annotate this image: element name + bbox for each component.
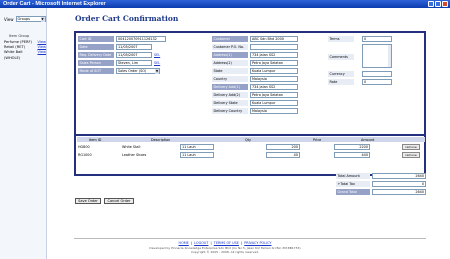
item-group-label: White Bait (WHOLE) (4, 50, 23, 60)
comments-label: Comments (328, 54, 354, 60)
list-item: White Bait (WHOLE) View (4, 50, 46, 60)
customer-label: Customer (212, 36, 248, 42)
amount-field: 440 (334, 152, 370, 158)
delivery-country-field[interactable]: Malaysia (250, 108, 298, 114)
po-label: Customer P.O. No. (212, 44, 248, 50)
amount-field: 2200 (334, 144, 370, 150)
sales-person-select-link[interactable]: SEL (154, 61, 160, 65)
chevron-down-icon: ▼ (155, 69, 159, 74)
price-field[interactable]: 200 (266, 144, 300, 150)
qty-field[interactable]: 11 Lauh (180, 152, 214, 158)
item-group-list: Perfume (PERF) View Retail (RET) View Wh… (4, 40, 46, 61)
total-tax-label: +Total Tax (336, 181, 370, 187)
view-label: View (4, 16, 14, 22)
cart-items-panel: Item ID Description Qty Price Amount HG8… (74, 134, 426, 176)
address2-field[interactable]: Petra Jaya Selatan (250, 60, 298, 66)
view-select[interactable]: Groups ▼ (15, 16, 46, 22)
price-field[interactable]: 40 (266, 152, 300, 158)
country-label: Country (212, 76, 248, 82)
po-field[interactable] (250, 44, 298, 50)
page-title: Order Cart Confirmation (75, 14, 179, 23)
save-order-button[interactable]: Save Order (75, 198, 101, 204)
customer-field[interactable]: ABC Sdn Bhd 2000 (250, 36, 298, 42)
sidebar: View Groups ▼ Item Group Perfume (PERF) … (0, 8, 47, 259)
req-delivery-label: Req. Delivery Date (78, 52, 114, 58)
footer-links: HOME | LOGOUT | TERMS OF USE | PRIVACY P… (178, 241, 272, 245)
view-select-value: Groups (17, 17, 30, 21)
address1-label: Address(1) (212, 52, 248, 58)
grand-total-field: 2640 (372, 189, 426, 195)
mode-select[interactable]: Sales Order (SO) ▼ (116, 68, 160, 74)
sales-person-label: Sales Person (78, 60, 114, 66)
country-field[interactable]: Malaysia (250, 76, 298, 82)
col-price: Price (313, 138, 322, 142)
mode-select-value: Sales Order (SO) (118, 69, 147, 73)
delivery-address1-field[interactable]: 734 Jalan SS2 (250, 84, 298, 90)
item-id: HG800 (78, 145, 90, 149)
delivery-address2-label: Delivery Add(2) (212, 92, 248, 98)
close-icon[interactable] (442, 1, 448, 7)
delivery-address2-field[interactable]: Petra Jaya Selatan (250, 92, 298, 98)
comments-textarea[interactable] (362, 44, 392, 68)
currency-label: Currency (328, 71, 354, 77)
date-field[interactable]: 11/05/2007 (116, 44, 152, 50)
rate-field[interactable]: 0 (362, 79, 392, 85)
total-amount-field: 2640 (372, 173, 426, 179)
rate-label: Rate (328, 79, 354, 85)
col-qty: Qty (245, 138, 252, 142)
delivery-state-field[interactable]: Kuala Lumpur (250, 100, 298, 106)
col-description: Description (151, 138, 171, 142)
col-item-id: Item ID (89, 138, 102, 142)
footer-link-logout[interactable]: LOGOUT (194, 241, 208, 245)
cancel-order-button[interactable]: Cancel Order (104, 198, 134, 204)
item-description: Leather Shoes (122, 153, 147, 157)
delivery-state-label: Delivery State (212, 100, 248, 106)
state-field[interactable]: Kuala Lumpur (250, 68, 298, 74)
item-id: RG1000 (78, 153, 92, 157)
window-controls (428, 1, 448, 7)
qty-field[interactable]: 11 Lauh (180, 144, 214, 150)
cart-id-field[interactable]: 004120070911126132 (116, 36, 166, 42)
window-titlebar: Order Cart - Microsoft Internet Explorer (0, 0, 450, 8)
delivery-country-label: Delivery Country (212, 108, 248, 114)
date-label: Date (78, 44, 114, 50)
view-row: View Groups ▼ (4, 16, 46, 22)
remove-item-button[interactable]: remove (402, 152, 420, 158)
chevron-down-icon: ▼ (40, 17, 45, 22)
qty-unit: Lauh (187, 145, 196, 149)
footer-link-home[interactable]: HOME (179, 241, 189, 245)
items-table-header: Item ID Description Qty Price Amount (77, 137, 425, 142)
currency-field[interactable] (362, 71, 392, 77)
item-group-title: Item Group (9, 34, 30, 38)
req-delivery-select-link[interactable]: SEL (154, 53, 160, 57)
maximize-icon[interactable] (435, 1, 441, 7)
sales-person-field[interactable]: Steven, Lim (116, 60, 152, 66)
col-amount: Amount (361, 138, 375, 142)
total-tax-field: 0 (372, 181, 426, 187)
footer-copyright: Copyright © 2005 - 2008. All rights rese… (190, 250, 260, 254)
qty-value: 11 (182, 153, 187, 157)
qty-value: 11 (182, 145, 187, 149)
qty-unit: Lauh (187, 153, 196, 157)
comments-scrollbar[interactable] (388, 45, 391, 67)
req-delivery-field[interactable]: 11/05/2007 (116, 52, 152, 58)
remove-item-button[interactable]: remove (402, 144, 420, 150)
terms-field[interactable]: 0 (362, 36, 392, 42)
footer-link-terms[interactable]: TERMS OF USE (214, 241, 239, 245)
footer-link-privacy[interactable]: PRIVACY POLICY (244, 241, 271, 245)
item-group-view-link[interactable]: View (37, 50, 46, 60)
delivery-address1-label: Delivery Add(1) (212, 84, 248, 90)
minimize-icon[interactable] (428, 1, 434, 7)
cart-id-label: Cart ID (78, 36, 114, 42)
window-title: Order Cart - Microsoft Internet Explorer (3, 1, 106, 7)
total-amount-label: Total Amount (336, 173, 370, 179)
terms-label: Terms (328, 36, 354, 42)
address1-field[interactable]: 734 Jalan SS2 (250, 52, 298, 58)
mode-label: Mode of SOT (78, 68, 114, 74)
state-label: State (212, 68, 248, 74)
footer-divider (74, 238, 426, 239)
address2-label: Address(2) (212, 60, 248, 66)
grand-total-label: Grand Total (336, 189, 370, 195)
item-description: White Stall (122, 145, 141, 149)
